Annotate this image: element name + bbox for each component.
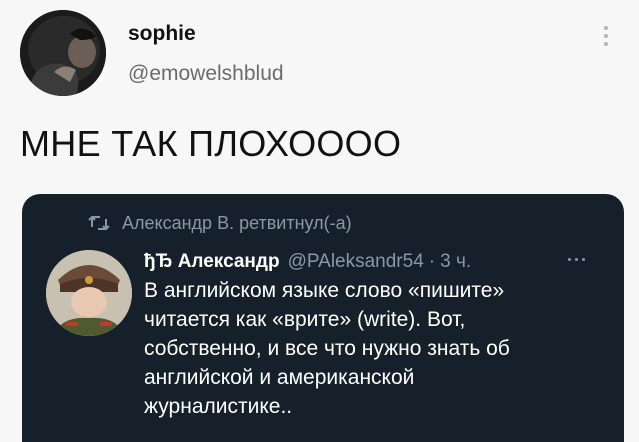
more-vertical-icon[interactable] <box>601 26 611 52</box>
quoted-text-line: английской и американской <box>144 366 415 389</box>
quoted-text-line: собственно, и все что нужно знать об <box>144 337 510 360</box>
author-handle[interactable]: @emowelshblud <box>128 62 284 86</box>
quoted-tweet-text: В английском языке слово «пишите» читает… <box>144 276 614 421</box>
quoted-tweet-card[interactable]: Александр В. ретвитнул(-а) ђЂ Александр … <box>22 194 624 442</box>
quoted-tweet-header: ђЂ Александр @PAleksandr54 · 3 ч. <box>144 250 471 274</box>
quoted-text-line: журналистике.. <box>144 395 293 418</box>
more-horizontal-icon[interactable] <box>568 258 589 261</box>
avatar-photo-icon <box>46 250 132 336</box>
quoted-display-name[interactable]: ђЂ Александр <box>144 251 280 273</box>
retweet-icon <box>88 215 110 231</box>
screenshot-page: sophie @emowelshblud МНЕ ТАК ПЛОХОООО Ал… <box>0 0 639 442</box>
quoted-timestamp[interactable]: 3 ч. <box>440 251 471 273</box>
author-display-name[interactable]: sophie <box>128 22 196 46</box>
quoted-author-avatar[interactable] <box>46 250 132 336</box>
author-avatar[interactable] <box>20 10 106 96</box>
tweet-text: МНЕ ТАК ПЛОХОООО <box>20 123 402 164</box>
header-separator: · <box>428 251 436 272</box>
avatar-photo-icon <box>20 10 106 96</box>
quoted-text-line: читается как «врите» (write). Вот, <box>144 308 466 331</box>
retweet-row: Александр В. ретвитнул(-а) <box>88 212 352 234</box>
quoted-handle[interactable]: @PAleksandr54 <box>288 251 424 273</box>
quoted-text-line: В английском языке слово «пишите» <box>144 279 505 302</box>
retweet-label[interactable]: Александр В. ретвитнул(-а) <box>122 213 352 234</box>
